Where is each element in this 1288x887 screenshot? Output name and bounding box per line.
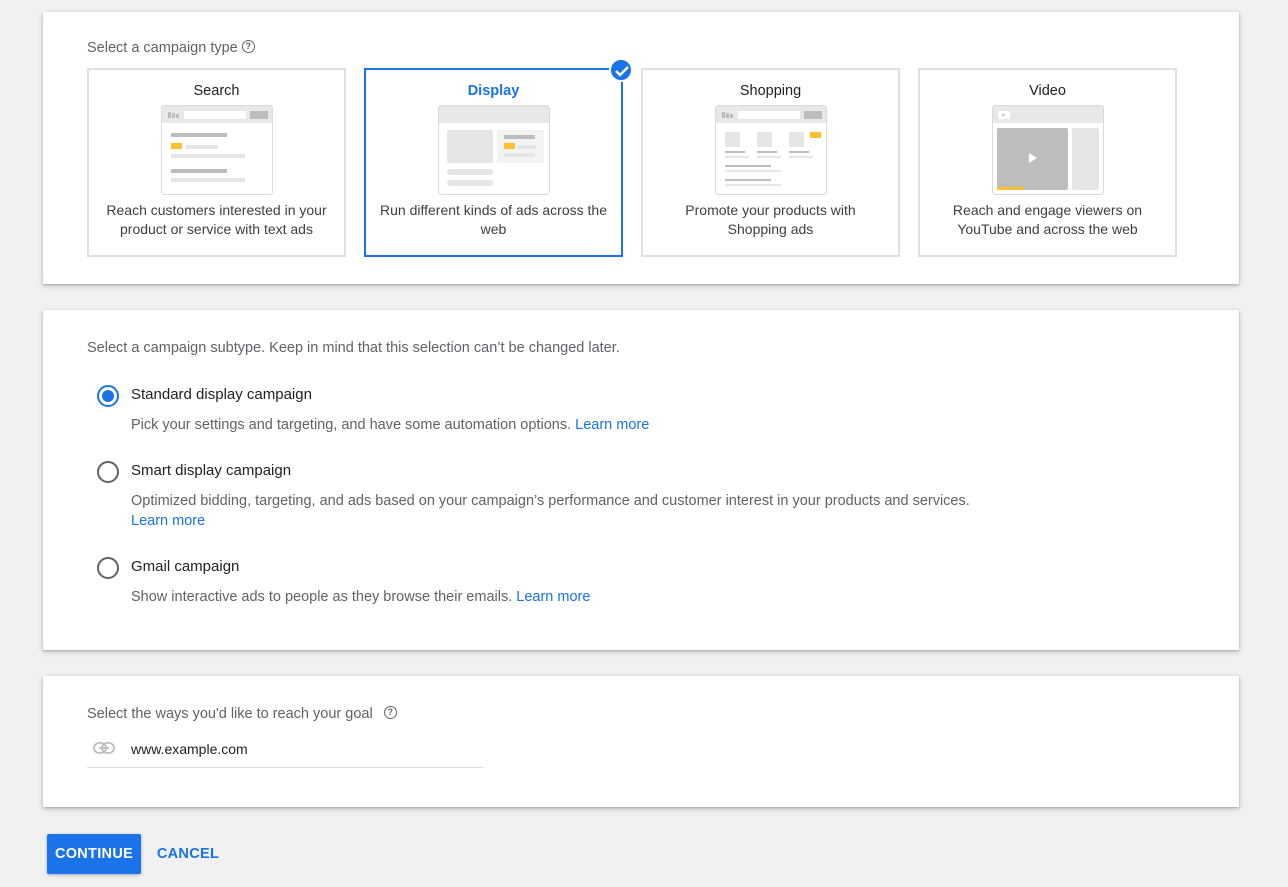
option-label: Gmail campaign xyxy=(131,558,240,575)
video-ads-illustration xyxy=(991,105,1104,195)
option-label: Smart display campaign xyxy=(131,462,292,479)
type-title: Search xyxy=(193,83,240,99)
option-description: Show interactive ads to people as they b… xyxy=(131,587,971,607)
campaign-type-heading: Select a campaign type? xyxy=(87,40,255,56)
search-results-illustration xyxy=(160,105,273,195)
radio-button[interactable] xyxy=(97,385,119,407)
campaign-subtype-label: Select a campaign subtype. Keep in mind … xyxy=(87,340,620,356)
radio-button[interactable] xyxy=(97,461,119,483)
option-description: Optimized bidding, targeting, and ads ba… xyxy=(131,491,971,531)
option-description: Pick your settings and targeting, and ha… xyxy=(131,415,971,435)
option-description-text: Optimized bidding, targeting, and ads ba… xyxy=(131,493,970,509)
type-description: Reach customers interested in your produ… xyxy=(106,202,327,237)
type-description: Run different kinds of ads across the we… xyxy=(380,202,607,237)
campaign-type-label: Select a campaign type xyxy=(87,40,238,56)
display-ads-illustration xyxy=(437,105,550,195)
goal-label: Select the ways you'd like to reach your… xyxy=(87,706,373,722)
type-title: Shopping xyxy=(739,83,802,99)
link-icon xyxy=(93,741,115,759)
option-description-text: Pick your settings and targeting, and ha… xyxy=(131,417,572,433)
help-circle-icon[interactable]: ? xyxy=(383,706,397,719)
website-url-field[interactable]: www.example.com xyxy=(87,734,483,768)
website-url-value[interactable]: www.example.com xyxy=(131,741,248,757)
campaign-type-shopping[interactable]: Shopping Promote your products with Shop… xyxy=(641,68,900,257)
learn-more-link[interactable]: Learn more xyxy=(516,589,590,605)
learn-more-link[interactable]: Learn more xyxy=(131,513,205,529)
continue-button[interactable]: CONTINUE xyxy=(47,834,141,874)
cancel-button[interactable]: CANCEL xyxy=(150,834,226,874)
learn-more-link[interactable]: Learn more xyxy=(575,417,649,433)
help-circle-icon[interactable]: ? xyxy=(241,40,255,53)
type-title: Video xyxy=(1029,83,1066,99)
campaign-type-video[interactable]: Video Reach and engage viewers on YouTub… xyxy=(918,68,1177,257)
campaign-subtype-card: Select a campaign subtype. Keep in mind … xyxy=(43,310,1239,650)
radio-button[interactable] xyxy=(97,557,119,579)
campaign-type-search[interactable]: Search Reach customers interested in you… xyxy=(87,68,346,257)
goal-heading: Select the ways you'd like to reach your… xyxy=(87,706,397,722)
option-label: Standard display campaign xyxy=(131,386,312,403)
campaign-type-display[interactable]: Display Run different kinds of ads acros… xyxy=(364,58,633,257)
shopping-ads-illustration xyxy=(714,105,827,195)
type-description: Reach and engage viewers on YouTube and … xyxy=(952,202,1143,237)
type-title: Display xyxy=(467,83,520,99)
option-description-text: Show interactive ads to people as they b… xyxy=(131,589,513,605)
check-circle-icon xyxy=(609,58,633,82)
campaign-type-card: Select a campaign type? Search Reach cus… xyxy=(43,12,1239,284)
goal-card: Select the ways you'd like to reach your… xyxy=(43,676,1239,807)
type-description: Promote your products with Shopping ads xyxy=(685,202,856,237)
